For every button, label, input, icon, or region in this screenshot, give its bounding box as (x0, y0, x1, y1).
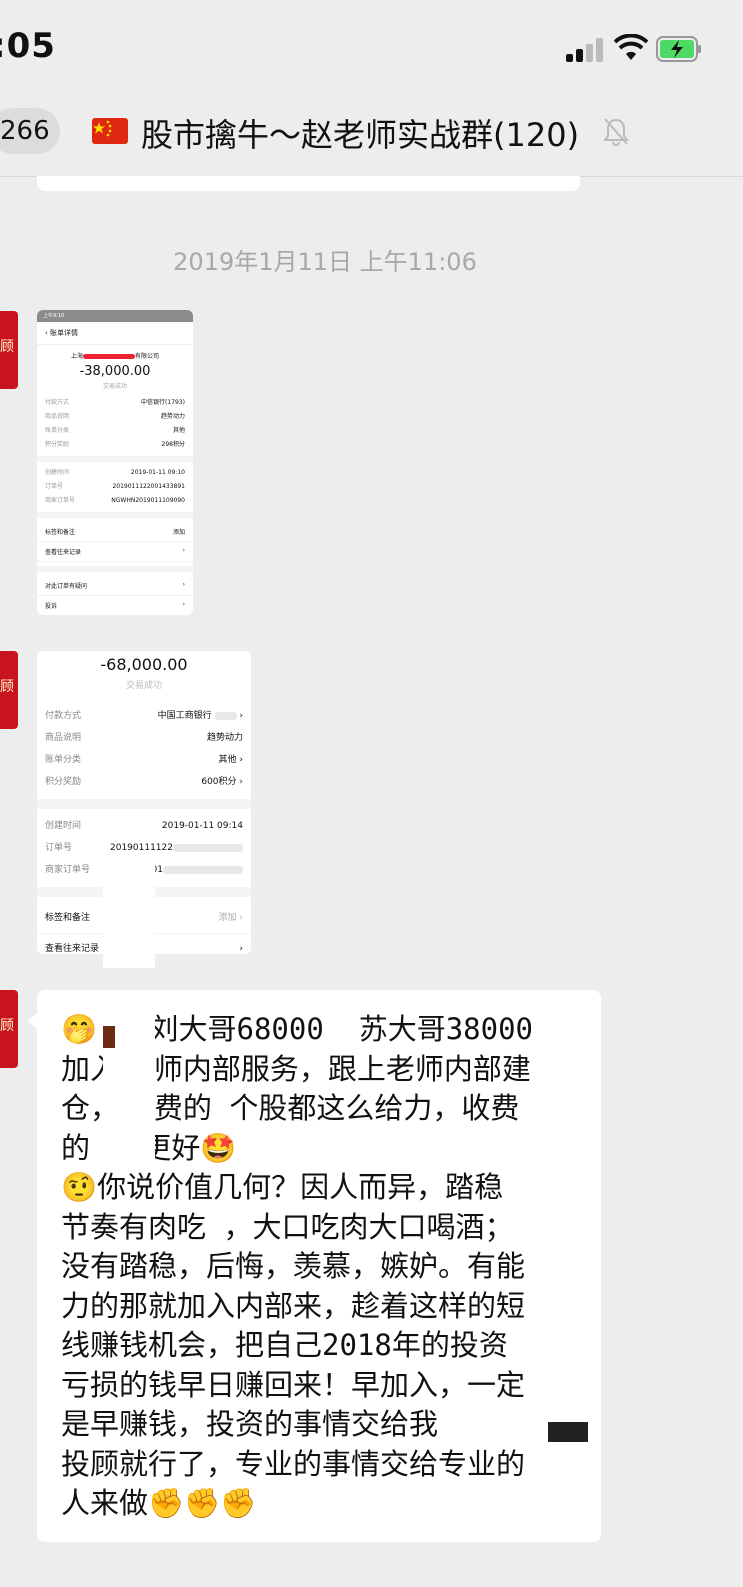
row-value: 趋势动力 (160, 413, 185, 420)
row-value: 其他 (172, 427, 185, 434)
avatar-text: 顾 (0, 1018, 14, 1034)
sender-avatar[interactable]: 顾 (0, 990, 18, 1068)
row-key: 账单分类 (45, 755, 82, 765)
chat-title[interactable]: 股市擒牛～赵老师实战群(120) (141, 110, 579, 156)
receipt-status-bar: 上午9:10 (37, 310, 193, 322)
link-right: 添加 (218, 913, 237, 923)
row-key: 付款方式 (45, 399, 70, 406)
receipt-title: ‹ 账单详情 (37, 322, 193, 345)
link-label: 查看往来记录 (45, 549, 82, 556)
bell-muted-icon (603, 118, 629, 146)
row-value: 趋势动力 (206, 733, 243, 743)
avatar-text: 顾 (0, 679, 14, 695)
link-label: 投诉 (45, 603, 58, 610)
sender-avatar[interactable]: 顾 (0, 311, 18, 389)
row-value: 600积分 (201, 777, 237, 787)
receipt-row: 创建时间 2019-01-11 09:10 (37, 466, 193, 480)
row-value: 中信银行(1793) (141, 399, 185, 406)
link-label: 查看往来记录 (45, 944, 100, 954)
receipt-title-text: 账单详情 (50, 329, 79, 337)
receipt-link: 投诉 › (37, 596, 193, 615)
link-right: 添加 (172, 529, 185, 536)
merchant-suffix: 有限公司 (135, 353, 160, 360)
receipt-amount: -38,000.00 (79, 364, 151, 379)
receipt-row: 账单分类 其他 › (37, 749, 251, 771)
row-value: 298积分 (161, 441, 185, 448)
row-key: 商品说明 (45, 413, 70, 420)
cellular-signal-icon (566, 38, 606, 62)
redaction-mask (103, 1026, 115, 1048)
row-key: 账单分类 (45, 427, 70, 434)
receipt-row: 付款方式 中国工商银行 › (37, 705, 251, 727)
text-message-bubble[interactable]: 🤭 刘大哥68000 苏大哥38000 加入 师内部服务，跟上老师内部建 仓， … (28, 990, 601, 1542)
receipt-status: 交易成功 (102, 383, 127, 390)
receipt-link: 对此订单有疑问 › (37, 576, 193, 596)
china-flag-icon (92, 118, 128, 144)
battery-charging-icon (656, 36, 701, 62)
receipt-status-time: 上午9:10 (43, 313, 65, 319)
row-value: 中国工商银行 (157, 711, 212, 721)
receipt-status: 交易成功 (125, 681, 162, 691)
receipt-row: 创建时间 2019-01-11 09:14 (37, 815, 251, 837)
previous-message-bubble[interactable] (37, 176, 580, 191)
row-value: 2019011122001433891 (112, 483, 185, 490)
receipt-link: 标签和备注 添加 (37, 522, 193, 542)
back-button[interactable]: 266 (0, 108, 60, 154)
receipt-amount: -68,000.00 (100, 655, 188, 674)
chevron-right-icon: › (239, 944, 243, 954)
receipt-merchant: 上海 有限公司 (37, 351, 193, 360)
receipt-row: 付款方式 中信银行(1793) (37, 396, 193, 410)
receipt-row: 订单号 2019011122001433891 (37, 480, 193, 494)
row-key: 订单号 (45, 483, 64, 490)
receipt-row: 商品说明 趋势动力 (37, 727, 251, 749)
chevron-right-icon: › (182, 547, 185, 554)
redaction-mask (548, 1422, 588, 1442)
receipt-link: 查看往来记录 › (37, 542, 193, 562)
receipt-row: 商品说明 趋势动力 (37, 410, 193, 424)
chat-header: 266 股市擒牛～赵老师实战群(120) (0, 100, 743, 177)
row-key: 商家订单号 (45, 497, 76, 504)
row-key: 付款方式 (45, 711, 82, 721)
message-timestamp: 2019年1月11日 上午11:06 (173, 248, 477, 276)
row-key: 订单号 (45, 843, 73, 853)
status-bar: :05 (0, 0, 743, 100)
link-label: 标签和备注 (45, 529, 76, 536)
row-key: 商品说明 (45, 733, 82, 743)
sender-avatar[interactable]: 顾 (0, 651, 18, 729)
row-value: 2019-01-11 09:10 (130, 469, 185, 476)
row-value: 其他 (218, 755, 237, 765)
receipt-image-1[interactable]: 上午9:10 ‹ 账单详情 上海 有限公司 -38,000.00 交易成功 付款方… (37, 310, 193, 615)
wifi-icon (614, 34, 648, 60)
receipt-row: 商家订单号 NGWHN2019011109090 (37, 494, 193, 508)
chevron-right-icon: › (182, 601, 185, 608)
row-key: 积分奖励 (45, 777, 82, 787)
avatar-text: 顾 (0, 339, 14, 355)
row-value: NGWHN2019011109090 (111, 497, 185, 504)
merchant-prefix: 上海 (70, 353, 83, 360)
row-key: 积分奖励 (45, 441, 70, 448)
receipt-row: 账单分类 其他 (37, 424, 193, 438)
row-value: 2019-01-11 09:14 (161, 821, 243, 831)
clock-time: :05 (0, 26, 56, 66)
chevron-right-icon: › (182, 581, 185, 588)
receipt-row: 积分奖励 600积分 › (37, 771, 251, 793)
unread-count: 266 (0, 116, 50, 146)
row-key: 商家订单号 (45, 865, 91, 875)
receipt-row: 积分奖励 298积分 (37, 438, 193, 452)
row-key: 创建时间 (45, 821, 82, 831)
redaction-mask (103, 850, 155, 968)
link-label: 对此订单有疑问 (45, 583, 88, 590)
row-key: 创建时间 (45, 469, 70, 476)
link-label: 标签和备注 (45, 913, 91, 923)
